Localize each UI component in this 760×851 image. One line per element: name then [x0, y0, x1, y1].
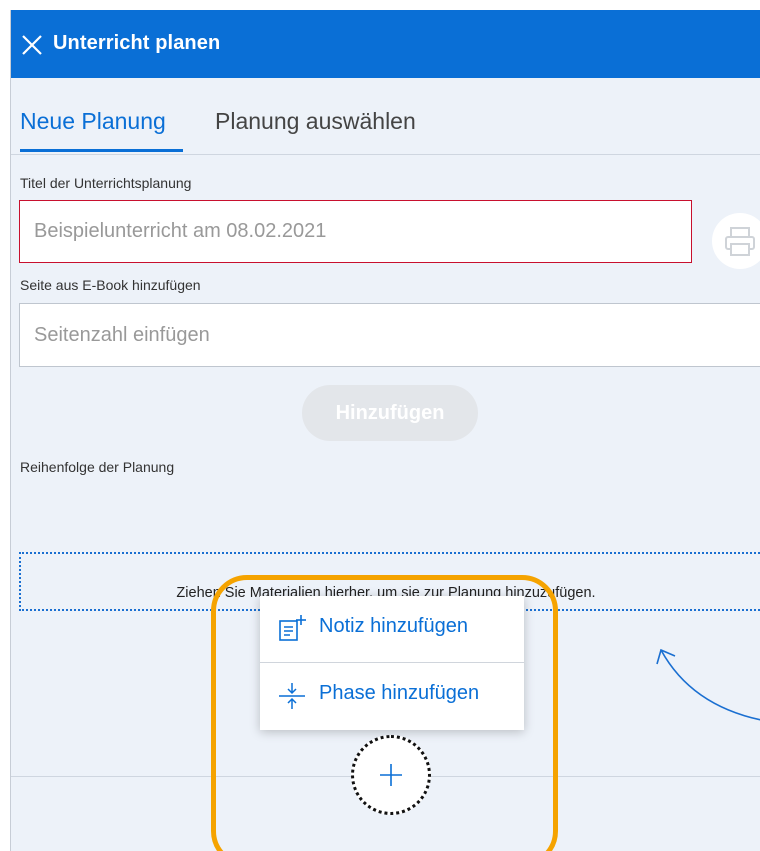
print-button[interactable] [712, 213, 760, 269]
tab-neue-planung[interactable]: Neue Planung [20, 108, 166, 135]
close-icon[interactable] [21, 34, 43, 56]
active-tab-indicator [20, 149, 183, 152]
tab-planung-auswaehlen[interactable]: Planung auswählen [215, 108, 416, 135]
page-field-label: Seite aus E-Book hinzufügen [20, 277, 201, 293]
title-field-label: Titel der Unterrichtsplanung [20, 175, 192, 191]
page-number-input[interactable] [20, 304, 760, 366]
title-input-wrapper [19, 200, 692, 263]
add-page-button[interactable]: Hinzufügen [302, 385, 478, 441]
panel-title: Unterricht planen [53, 32, 221, 54]
print-icon [725, 227, 755, 256]
highlight-annotation [211, 575, 558, 851]
hint-arrow-icon [656, 648, 760, 721]
title-bar: Unterricht planen [11, 10, 760, 78]
tab-bar: Neue Planung Planung auswählen [11, 78, 760, 155]
page-input-wrapper [19, 303, 760, 367]
title-input[interactable] [20, 201, 691, 262]
planning-order-label: Reihenfolge der Planung [20, 459, 175, 475]
planning-panel: Unterricht planen Neue Planung Planung a… [10, 10, 760, 851]
